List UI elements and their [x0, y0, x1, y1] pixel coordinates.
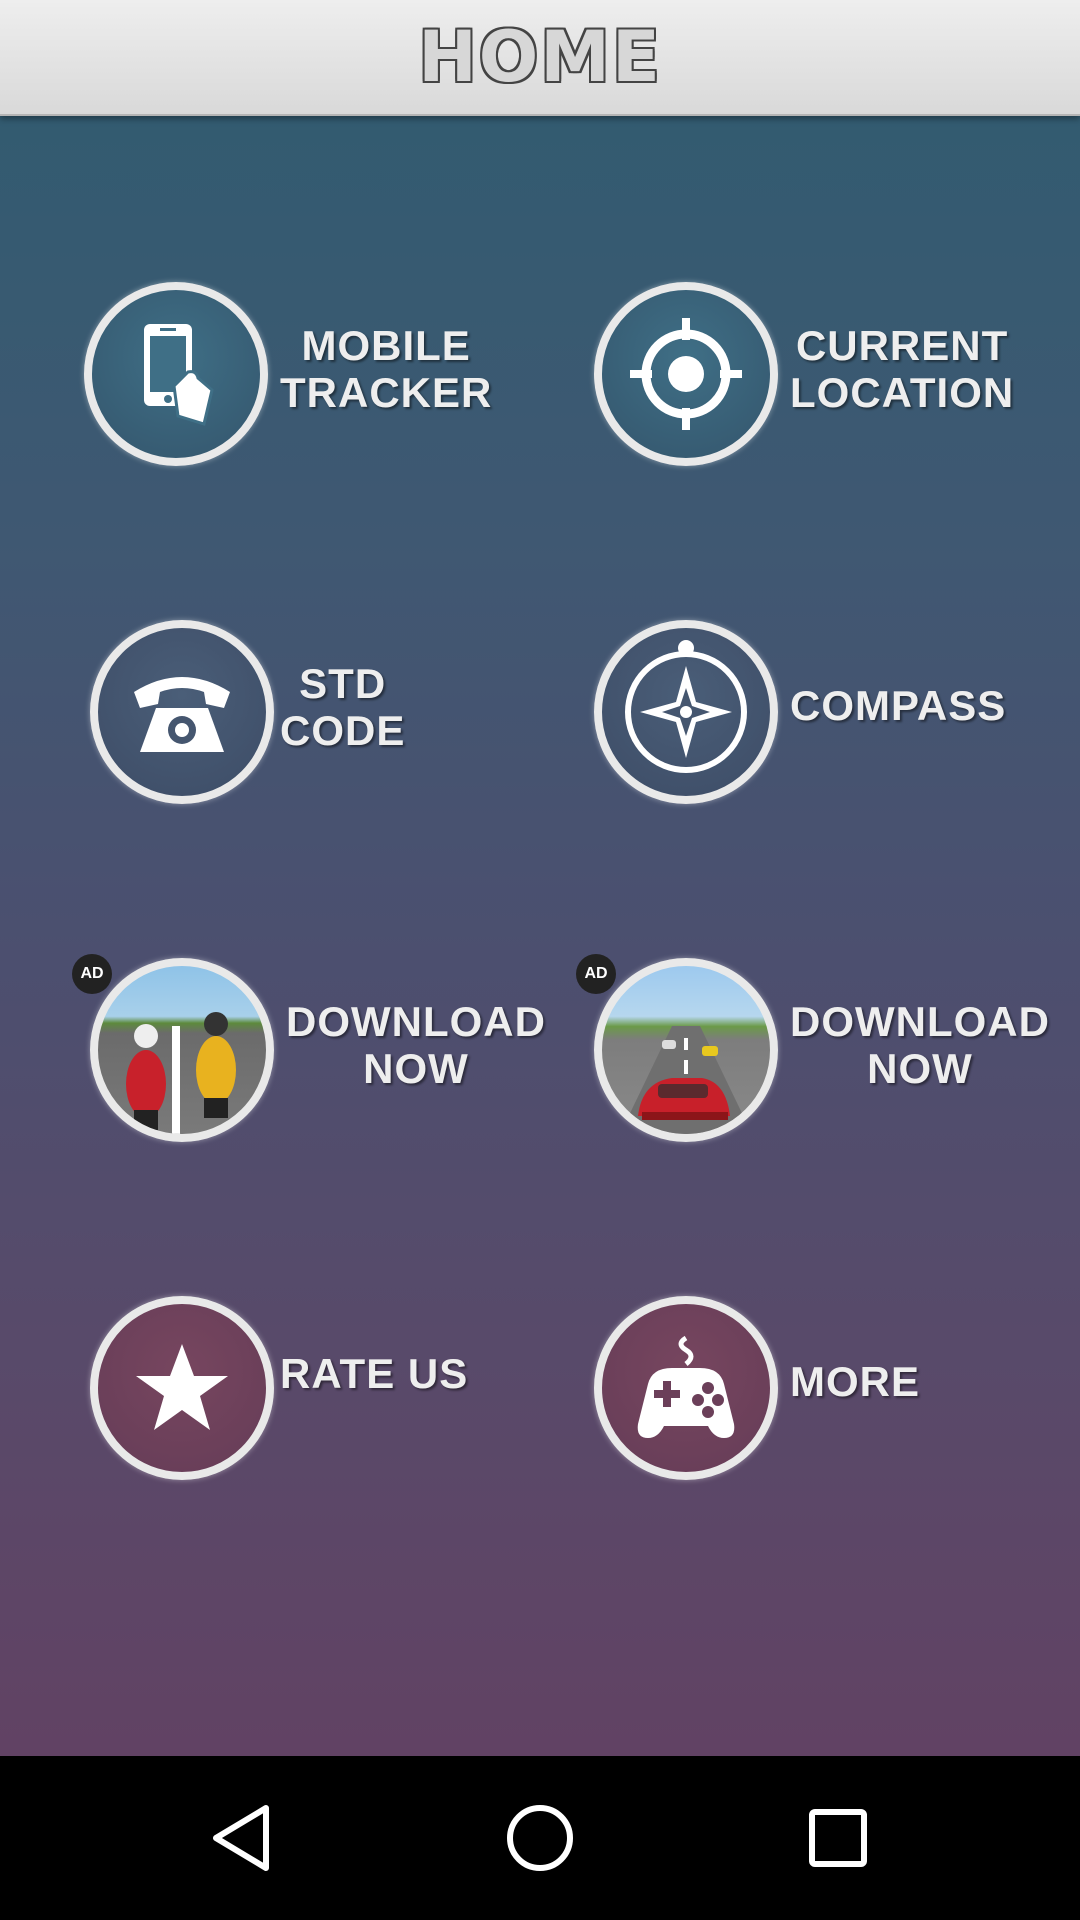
- home-icon[interactable]: [498, 1796, 582, 1880]
- ad-badge: AD: [576, 954, 616, 994]
- download-now-ad-button[interactable]: AD DOWNLOAD NOW: [576, 954, 1049, 1148]
- tile-label: DOWNLOAD NOW: [286, 998, 546, 1092]
- tile-label: RATE US: [280, 1350, 469, 1397]
- back-icon[interactable]: [200, 1796, 284, 1880]
- page-title: HOME: [418, 16, 662, 98]
- compass-button[interactable]: COMPASS: [594, 620, 1034, 810]
- app-header: HOME: [0, 0, 1080, 116]
- std-code-button[interactable]: STD CODE: [90, 620, 530, 810]
- star-icon: [90, 1296, 274, 1480]
- current-location-button[interactable]: CURRENT LOCATION: [594, 282, 1034, 472]
- telephone-icon: [90, 620, 274, 804]
- tile-label: MOBILE TRACKER: [280, 322, 493, 416]
- compass-icon: [594, 620, 778, 804]
- ad-badge: AD: [72, 954, 112, 994]
- download-now-ad-button[interactable]: AD DOWNLOAD NOW: [72, 954, 545, 1148]
- tile-label: STD CODE: [280, 660, 406, 754]
- bike-race-thumbnail: [90, 958, 274, 1142]
- mobile-tracker-button[interactable]: MOBILE TRACKER: [84, 282, 524, 472]
- tile-label: CURRENT LOCATION: [790, 322, 1015, 416]
- more-button[interactable]: MORE: [594, 1296, 1034, 1486]
- rate-us-button[interactable]: RATE US: [90, 1296, 530, 1486]
- location-target-icon: [594, 282, 778, 466]
- recents-icon[interactable]: [796, 1796, 880, 1880]
- tile-label: COMPASS: [790, 682, 1007, 729]
- system-navigation-bar: [0, 1756, 1080, 1920]
- tile-label: MORE: [790, 1358, 920, 1405]
- tile-label: DOWNLOAD NOW: [790, 998, 1050, 1092]
- car-race-thumbnail: [594, 958, 778, 1142]
- gamepad-icon: [594, 1296, 778, 1480]
- phone-hand-icon: [84, 282, 268, 466]
